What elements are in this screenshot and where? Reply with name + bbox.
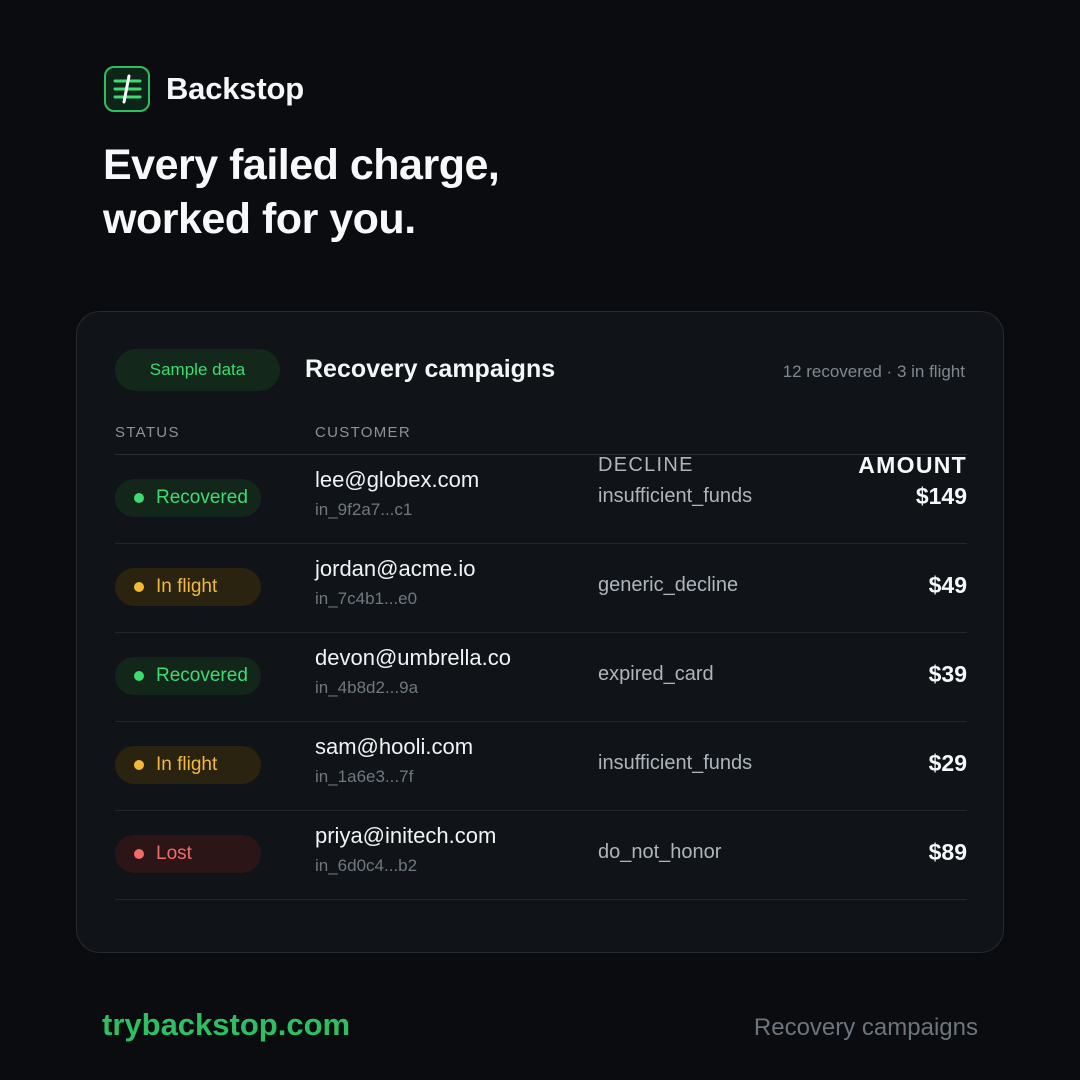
headline-line-1: Every failed charge, [103,141,500,189]
status-badge: In flight [115,568,261,606]
status-dot-icon [134,493,144,503]
amount: $89 [928,839,967,865]
backstop-logo-icon [104,66,150,112]
sample-data-badge: Sample data [115,349,280,391]
table-row[interactable]: Lost priya@initech.com in_6d0c4...b2 do_… [115,811,967,900]
decline-code: expired_card [598,663,714,685]
decline-code: generic_decline [598,574,739,596]
amount: $39 [928,661,967,687]
amount: $49 [928,572,967,598]
status-label: In flight [156,754,218,775]
table-header: STATUS CUSTOMER DECLINE AMOUNT [115,424,967,478]
status-badge: In flight [115,746,261,784]
status-badge: Recovered [115,657,261,695]
invoice-id: in_9f2a7...c1 [315,500,413,519]
customer-email: sam@hooli.com [315,734,474,759]
brand-name: Backstop [166,71,304,106]
headline-line-2: worked for you. [103,195,416,243]
card-title: Recovery campaigns [305,355,556,383]
column-header-status: STATUS [115,424,180,441]
brand: Backstop [104,66,304,112]
website-link[interactable]: trybackstop.com [102,1007,350,1043]
customer-email: lee@globex.com [315,467,480,492]
status-dot-icon [134,582,144,592]
footer-label: Recovery campaigns [753,1014,978,1041]
invoice-id: in_1a6e3...7f [315,767,414,786]
invoice-id: in_7c4b1...e0 [315,589,418,608]
column-header-customer: CUSTOMER [315,424,411,441]
headline: Every failed charge, worked for you. [103,138,500,246]
table-row[interactable]: In flight jordan@acme.io in_7c4b1...e0 g… [115,544,967,633]
recovery-campaigns-card: Sample data Recovery campaigns 12 recove… [76,311,1004,953]
decline-code: do_not_honor [598,841,722,863]
table-row[interactable]: Recovered lee@globex.com in_9f2a7...c1 i… [115,455,967,544]
amount: $149 [915,483,967,509]
status-badge: Lost [115,835,261,873]
customer-email: devon@umbrella.co [315,645,511,670]
decline-code: insufficient_funds [598,485,753,507]
customer-email: jordan@acme.io [315,556,476,581]
status-label: Recovered [156,665,248,686]
table-row[interactable]: Recovered devon@umbrella.co in_4b8d2...9… [115,633,967,722]
status-dot-icon [134,849,144,859]
invoice-id: in_4b8d2...9a [315,678,419,697]
status-label: Recovered [156,487,248,508]
campaign-table-body: Recovered lee@globex.com in_9f2a7...c1 i… [115,455,967,900]
status-dot-icon [134,671,144,681]
invoice-id: in_6d0c4...b2 [315,856,418,875]
customer-email: priya@initech.com [315,823,497,848]
status-dot-icon [134,760,144,770]
status-label: In flight [156,576,218,597]
decline-code: insufficient_funds [598,752,753,774]
status-badge: Recovered [115,479,261,517]
campaign-summary: 12 recovered · 3 in flight [782,362,965,381]
amount: $29 [928,750,967,776]
status-label: Lost [156,843,192,864]
table-row[interactable]: In flight sam@hooli.com in_1a6e3...7f in… [115,722,967,811]
